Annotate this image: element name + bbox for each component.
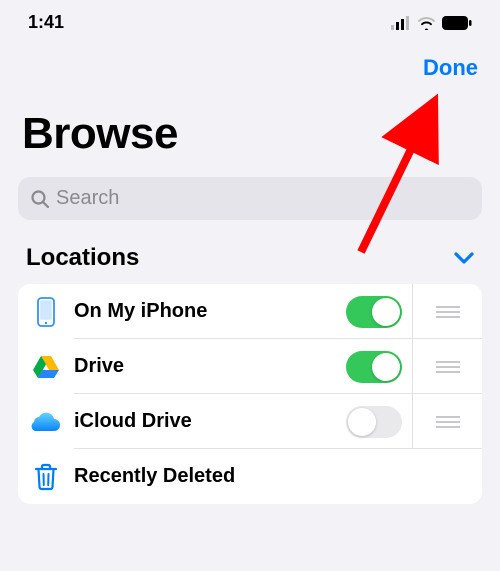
drag-icon [436, 360, 460, 374]
search-icon [30, 189, 50, 209]
list-item-recently-deleted[interactable]: Recently Deleted [18, 449, 482, 504]
drag-handle[interactable] [412, 394, 482, 449]
section-title: Locations [26, 244, 139, 272]
trash-icon [34, 463, 58, 491]
drag-handle[interactable] [412, 339, 482, 394]
done-button[interactable]: Done [423, 55, 478, 81]
page-title: Browse [0, 87, 500, 173]
toggle-on-my-iphone[interactable] [346, 296, 402, 328]
list-item-icloud: iCloud Drive [18, 394, 482, 449]
locations-list: On My iPhone Drive [18, 284, 482, 504]
toggle-drive[interactable] [346, 351, 402, 383]
search-placeholder: Search [56, 187, 119, 210]
battery-icon [442, 16, 472, 30]
drag-handle[interactable] [412, 284, 482, 339]
icloud-icon [30, 411, 62, 433]
list-item-label: iCloud Drive [74, 410, 346, 433]
list-item-drive: Drive [18, 339, 482, 394]
cellular-icon [391, 16, 411, 30]
status-time: 1:41 [28, 12, 64, 33]
list-item-label: Recently Deleted [74, 465, 482, 488]
search-input[interactable]: Search [18, 177, 482, 220]
list-item-on-my-iphone: On My iPhone [18, 284, 482, 339]
drag-icon [436, 415, 460, 429]
toggle-icloud[interactable] [346, 406, 402, 438]
list-item-label: Drive [74, 355, 346, 378]
chevron-down-icon [454, 251, 474, 265]
section-header[interactable]: Locations [0, 244, 500, 284]
wifi-icon [417, 16, 436, 30]
nav-bar: Done [0, 41, 500, 87]
status-bar: 1:41 [0, 0, 500, 41]
iphone-icon [37, 297, 55, 327]
list-item-label: On My iPhone [74, 300, 346, 323]
google-drive-icon [32, 355, 60, 379]
status-icons [391, 16, 472, 30]
drag-icon [436, 305, 460, 319]
